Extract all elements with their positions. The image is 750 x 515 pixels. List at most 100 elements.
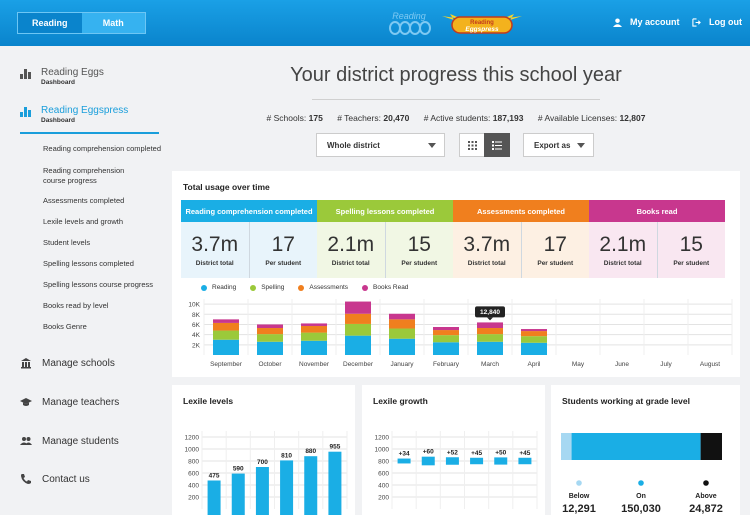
usage-bar-segment (521, 342, 547, 355)
x-tick-label: February (433, 361, 460, 368)
metric-per-student-value: 15 (407, 233, 431, 256)
my-account-link[interactable]: My account (613, 17, 680, 27)
lexile-level-bar (231, 473, 245, 515)
sidebar-item-books-read-by-level[interactable]: Books read by level (43, 301, 108, 311)
stat-value: 20,470 (383, 113, 410, 123)
legend-item: Assessments (298, 284, 348, 291)
usage-bar-segment (389, 313, 415, 320)
sidebar-item-label: Manage students (42, 435, 119, 447)
district-select[interactable]: Whole district (316, 133, 445, 157)
usage-bar-segment (213, 330, 239, 340)
tooltip-pointer (487, 317, 493, 321)
legend-dot (250, 284, 257, 291)
export-dropdown[interactable]: Export as (523, 133, 594, 157)
metric-per-student-label: Per student (673, 260, 710, 267)
usage-bar-segment (477, 322, 503, 329)
usage-bar-segment (257, 328, 283, 335)
reading-eggspress-logo: Reading Eggspress (442, 14, 522, 34)
usage-bar-segment (345, 323, 371, 336)
y-tick-label: 1200 (185, 435, 200, 442)
grid-icon (467, 140, 477, 150)
lexile-level-bar (304, 456, 318, 515)
sidebar-item-contact-us[interactable]: Contact us (20, 473, 90, 485)
legend-label: Books Read (373, 284, 409, 291)
school-icon (21, 358, 31, 369)
y-tick-label: 8K (192, 312, 201, 319)
usage-bar-segment (433, 335, 459, 343)
sidebar-item-manage-teachers[interactable]: Manage teachers (20, 396, 119, 408)
metric-per-student-label: Per student (265, 260, 302, 267)
sidebar-item-student-levels[interactable]: Student levels (43, 238, 90, 248)
metric-per-student: 15 Per student (656, 222, 726, 278)
usage-bar-segment (345, 301, 371, 314)
lexile-growth-chart: 1200 1000 800 600 400 200 +34 +60 +52 +45 +50 +45 (375, 431, 538, 509)
lexile-level-bar (328, 451, 342, 515)
bar-value-label: 590 (233, 466, 244, 473)
metric-district: 3.7m District total (181, 222, 249, 278)
x-tick-label: June (615, 361, 629, 368)
metric-per-student-label: Per student (537, 260, 574, 267)
usage-bar-segment (477, 334, 503, 342)
bar-value-label: 955 (329, 444, 340, 451)
metric-per-student: 17 Per student (248, 222, 318, 278)
sidebar-item-manage-schools[interactable]: Manage schools (20, 357, 115, 369)
tab-reading[interactable]: Reading (18, 13, 82, 33)
lexile-level-bar (255, 467, 269, 515)
metric-district: 2.1m District total (317, 222, 385, 278)
svg-text:Reading: Reading (392, 11, 426, 21)
bar-value-label: 700 (257, 459, 268, 466)
bar-value-label: +45 (471, 450, 482, 457)
usage-bar-segment (389, 319, 415, 329)
sidebar-item-reading-comprehension-progress[interactable]: Reading comprehension course progress (43, 166, 143, 186)
user-icon (613, 17, 622, 27)
usage-bar-segment (477, 328, 503, 335)
sidebar-app-reading-eggs[interactable]: Reading Eggs Dashboard (20, 67, 104, 86)
stat-label: # Teachers: (337, 113, 381, 123)
x-tick-label: August (700, 361, 720, 368)
active-underline (20, 132, 159, 134)
metric-district-value: 3.7m (191, 233, 239, 256)
sidebar-item-assessments-completed[interactable]: Assessments completed (43, 196, 124, 206)
sidebar: Reading Eggs Dashboard Reading Eggspress… (0, 46, 172, 515)
sidebar-item-spelling-lessons-completed[interactable]: Spelling lessons completed (43, 259, 134, 269)
metric-district: 2.1m District total (589, 222, 657, 278)
bar-value-label: 810 (281, 452, 292, 459)
usage-bar-segment (433, 327, 459, 331)
metric-body: 2.1m District total 15 Per student (317, 222, 453, 278)
subject-tabs: Reading Math (17, 12, 146, 34)
x-tick-label: July (660, 361, 672, 368)
sidebar-app-reading-eggspress[interactable]: Reading Eggspress Dashboard (20, 105, 128, 124)
reading-eggs-logo: Reading (389, 11, 431, 35)
grade-bar-segment (561, 433, 572, 460)
list-view-button[interactable] (484, 133, 510, 157)
y-tick-label: 400 (378, 483, 389, 490)
sidebar-item-books-genre[interactable]: Books Genre (43, 322, 87, 332)
grade-segment-name: Above (695, 493, 717, 500)
tab-math[interactable]: Math (81, 13, 145, 33)
sidebar-item-manage-students[interactable]: Manage students (20, 435, 119, 447)
bar-value-label: +60 (423, 449, 434, 456)
lexile-growth-bar (494, 457, 508, 465)
sidebar-item-spelling-course-progress[interactable]: Spelling lessons course progress (43, 280, 153, 290)
usage-bar-segment (389, 328, 415, 339)
y-tick-label: 1000 (185, 447, 200, 454)
lexile-growth-title: Lexile growth (373, 396, 428, 406)
metric-title: Books read (589, 200, 725, 222)
grade-legend-dot (703, 480, 709, 486)
y-tick-label: 1000 (375, 447, 390, 454)
bar-value-label: +34 (399, 451, 410, 458)
metric-body: 2.1m District total 15 Per student (589, 222, 725, 278)
usage-bar-segment (433, 330, 459, 336)
sidebar-item-lexile-levels[interactable]: Lexile levels and growth (43, 217, 123, 227)
usage-bar-segment (301, 323, 327, 326)
y-tick-label: 800 (188, 459, 199, 466)
lexile-growth-bar (470, 457, 484, 465)
usage-bar-segment (521, 331, 547, 337)
y-tick-label: 600 (378, 471, 389, 478)
grade-segment-name: Below (569, 493, 590, 500)
logout-link[interactable]: Log out (692, 17, 742, 27)
export-label: Export as (534, 140, 571, 150)
grid-view-button[interactable] (459, 133, 485, 157)
sidebar-item-reading-comprehension-completed[interactable]: Reading comprehension completed (43, 144, 161, 154)
lexile-level-bar (280, 460, 294, 515)
